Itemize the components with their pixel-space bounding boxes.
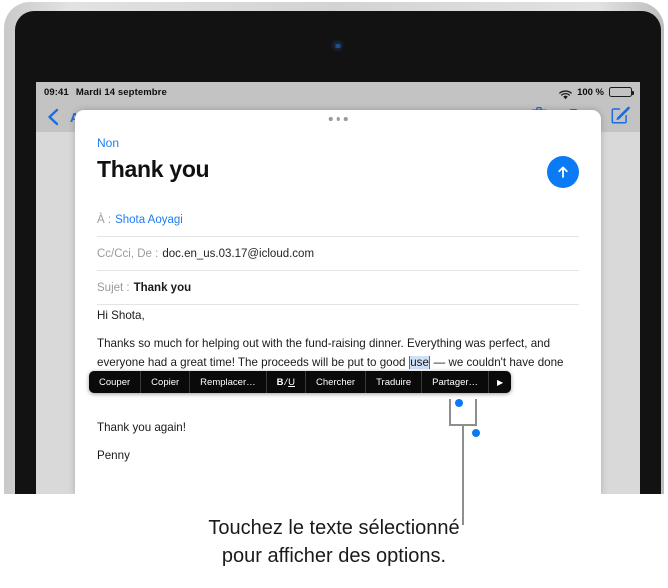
status-bar-left: 09:41 Mardi 14 septembre [44,87,167,98]
instruction-caption: Touchez le texte sélectionné pour affich… [0,514,668,570]
field-row-cc-from[interactable]: Cc/Cci, De : doc.en_us.03.17@icloud.com [97,237,579,271]
menu-item-share[interactable]: Partager… [421,371,488,393]
status-bar-right: 100 % [559,86,634,100]
format-italic-glyph: / [284,376,288,388]
caption-line-2: pour afficher des options. [221,545,447,567]
menu-item-translate-label: Traduire [376,376,412,388]
field-row-to[interactable]: À : Shota Aoyagi [97,203,579,237]
menu-item-format[interactable]: B / U [265,371,305,393]
format-underline-glyph: U [288,376,295,388]
compose-title: Thank you [97,156,210,182]
selected-text[interactable]: use [408,356,431,369]
subject-field-value: Thank you [133,281,192,294]
menu-more-arrow-button[interactable]: ▶ [488,371,511,393]
cc-from-field-label: Cc/Cci, De : [97,247,159,260]
to-field-label: À : [97,213,112,226]
body-signoff: Penny [97,449,130,462]
selection-handle-end[interactable] [472,429,480,437]
format-bold-glyph: B [276,376,284,388]
grabber-dot [328,117,333,121]
grabber-dot [336,117,340,121]
menu-item-copy-label: Copier [151,376,180,388]
status-bar: 09:41 Mardi 14 septembre 100 % [36,82,640,102]
compose-icon[interactable] [611,105,630,129]
compose-sheet: Non Thank you À : Shota Aoyagi Cc/Cci, D… [75,110,601,494]
screenshot-root: 09:41 Mardi 14 septembre 100 % Non Thank… [0,0,668,588]
sheet-drag-handle[interactable] [328,117,348,121]
chevron-right-icon: ▶ [497,377,504,387]
cancel-button[interactable]: Non [97,136,119,150]
menu-item-share-label: Partager… [432,376,479,388]
device-screen: 09:41 Mardi 14 septembre 100 % Non Thank… [36,82,640,494]
callout-bracket [449,399,477,426]
menu-item-replace-label: Remplacer… [200,376,256,388]
menu-item-cut-label: Couper [99,376,131,388]
menu-item-copy[interactable]: Copier [140,371,189,393]
to-field-value: Shota Aoyagi [115,213,183,226]
wifi-icon [559,87,572,100]
battery-percent-label: 100 % [577,86,604,98]
body-blank-line [97,400,567,409]
grabber-dot [343,117,348,121]
callout-leader-line [462,426,464,525]
front-camera-icon [331,39,344,52]
body-paragraph-2: Thank you again! [97,421,186,434]
send-button[interactable] [547,156,579,188]
back-chevron-icon[interactable] [46,108,60,126]
menu-item-translate[interactable]: Traduire [365,371,421,393]
caption-line-1: Touchez le texte sélectionné [208,517,460,539]
subject-field-label: Sujet : [97,281,130,294]
status-date: Mardi 14 septembre [75,86,167,98]
camera-lens [335,43,340,48]
menu-item-replace[interactable]: Remplacer… [189,371,265,393]
menu-item-cut[interactable]: Couper [89,371,140,393]
status-time: 09:41 [44,86,69,98]
send-arrow-up-icon [558,166,568,178]
ipad-device-frame: 09:41 Mardi 14 septembre 100 % Non Thank… [4,2,664,494]
cc-from-field-value: doc.en_us.03.17@icloud.com [162,247,315,260]
body-greeting: Hi Shota, [97,309,145,322]
menu-item-look-up-label: Chercher [316,376,356,388]
battery-icon [609,87,634,97]
text-selection-context-menu: Couper Copier Remplacer… B / U Chercher Traduir… [89,371,512,393]
menu-item-look-up[interactable]: Chercher [305,371,365,393]
field-row-subject[interactable]: Sujet : Thank you [97,271,579,305]
